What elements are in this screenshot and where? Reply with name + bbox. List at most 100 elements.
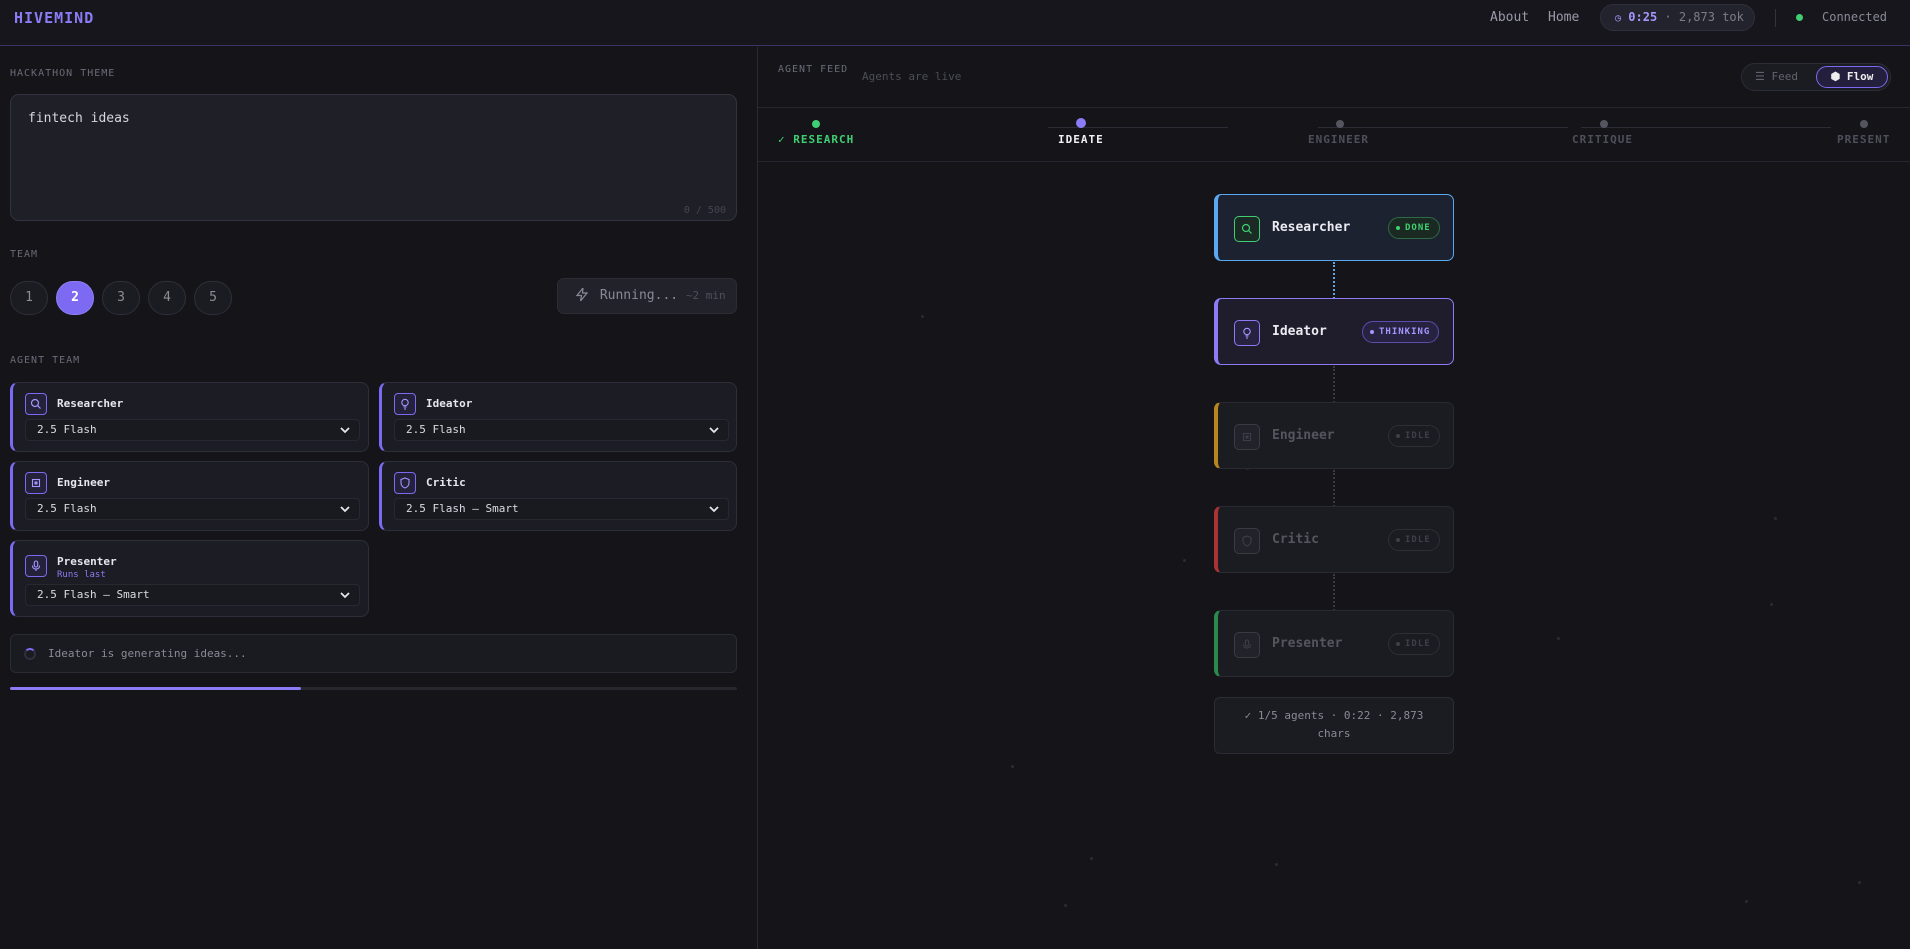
node-name: Critic [1272,532,1319,547]
flow-toggle-label: Flow [1846,70,1874,83]
agent-name: Critic [426,476,466,489]
stage-dot-research [812,120,820,128]
flow-connector [1333,366,1335,403]
theme-value: fintech ideas [28,111,130,126]
token-count: 2,873 tok [1678,10,1744,24]
agent-team-label: AGENT TEAM [10,355,81,366]
agent-feed-panel: AGENT FEED Agents are live ☰ Feed ⬢ Flow… [758,47,1910,949]
agent-card-researcher: Researcher 2.5 Flash [10,382,369,452]
stage-divider-bottom [758,161,1910,162]
model-select-critic[interactable]: 2.5 Flash — Smart [394,498,729,520]
agent-name: Ideator [426,397,473,410]
shield-icon [394,472,416,494]
node-name: Engineer [1272,428,1335,443]
team-size-2-button[interactable]: 2 [56,281,94,315]
chevron-down-icon [709,506,719,513]
divider [1775,9,1776,27]
app-logo[interactable]: HIVEMIND [14,9,94,27]
model-select-researcher[interactable]: 2.5 Flash [25,419,360,441]
progress-fill [10,687,301,690]
search-icon [1234,216,1260,242]
stage-ideate[interactable]: IDEATE [1058,133,1104,146]
agent-feed-label: AGENT FEED [778,64,849,75]
status-badge: IDLE [1388,425,1440,447]
progress-bar [10,687,737,690]
microphone-icon [25,555,47,577]
stage-engineer[interactable]: ENGINEER [1308,133,1369,146]
stage-divider-top [758,107,1910,108]
lightbulb-icon [1234,320,1260,346]
stage-dot-engineer [1336,120,1344,128]
flow-view-button[interactable]: ⬢ Flow [1816,66,1888,88]
team-size-5-button[interactable]: 5 [194,281,232,315]
run-estimate: ~2 min [685,289,726,302]
flow-connector [1333,470,1335,507]
model-value: 2.5 Flash [37,502,97,515]
stage-label: RESEARCH [793,133,855,146]
feed-view-button[interactable]: ☰ Feed [1755,70,1798,83]
team-size-1-button[interactable]: 1 [10,281,48,315]
stage-connector [1318,127,1568,128]
session-timer-pill: ◷ 0:25 · 2,873 tok [1600,4,1755,31]
agent-name: Presenter [57,555,117,568]
theme-label: HACKATHON THEME [10,68,116,79]
separator-dot: · [1664,10,1679,24]
agent-card-critic: Critic 2.5 Flash — Smart [379,461,737,531]
chip-icon [1234,424,1260,450]
search-icon [25,393,47,415]
stage-present[interactable]: PRESENT [1837,133,1890,146]
chevron-down-icon [340,592,350,599]
microphone-icon [1234,632,1260,658]
summary-line: chars [1317,727,1351,740]
clock-icon: ◷ [1615,13,1622,24]
flow-node-presenter[interactable]: Presenter IDLE [1214,610,1454,677]
stage-connector [1048,127,1228,128]
shield-icon [1234,528,1260,554]
flow-node-researcher[interactable]: Researcher DONE [1214,194,1454,261]
status-text: Ideator is generating ideas... [48,647,247,660]
flow-node-engineer[interactable]: Engineer IDLE [1214,402,1454,469]
model-select-ideator[interactable]: 2.5 Flash [394,419,729,441]
flow-connector [1333,262,1335,299]
chevron-down-icon [340,427,350,434]
node-name: Researcher [1272,220,1351,235]
nav-about-link[interactable]: About [1490,10,1529,25]
chip-icon [25,472,47,494]
model-value: 2.5 Flash [406,423,466,436]
node-name: Ideator [1272,324,1327,339]
summary-line: ✓ 1/5 agents · 0:22 · 2,873 [1244,709,1424,722]
model-value: 2.5 Flash — Smart [406,502,519,515]
model-value: 2.5 Flash [37,423,97,436]
config-panel: HACKATHON THEME fintech ideas 0 / 500 TE… [0,47,757,949]
timer-value: 0:25 [1628,10,1658,24]
connection-status: Connected [1822,10,1888,24]
stage-research[interactable]: ✓ RESEARCH [778,133,854,146]
feed-toggle-label: Feed [1771,70,1798,83]
spinner-icon [24,648,36,660]
model-select-engineer[interactable]: 2.5 Flash [25,498,360,520]
hexagon-icon: ⬢ [1830,70,1847,83]
chevron-down-icon [709,427,719,434]
top-bar: HIVEMIND About Home ◷ 0:25 · 2,873 tok C… [0,0,1910,46]
status-message: Ideator is generating ideas... [10,634,737,673]
team-size-4-button[interactable]: 4 [148,281,186,315]
agent-card-engineer: Engineer 2.5 Flash [10,461,369,531]
stage-critique[interactable]: CRITIQUE [1572,133,1633,146]
status-badge: THINKING [1362,321,1440,343]
team-size-3-button[interactable]: 3 [102,281,140,315]
stage-dot-ideate [1076,118,1086,128]
connection-status-dot [1796,14,1803,21]
run-summary: ✓ 1/5 agents · 0:22 · 2,873 chars [1214,697,1454,754]
run-button[interactable]: Running... ~2 min [557,278,737,314]
nav-home-link[interactable]: Home [1548,10,1579,25]
agent-card-ideator: Ideator 2.5 Flash [379,382,737,452]
agent-sub-label: Runs last [57,570,106,580]
model-select-presenter[interactable]: 2.5 Flash — Smart [25,584,360,606]
agent-card-presenter: Presenter Runs last 2.5 Flash — Smart [10,540,369,617]
theme-textarea[interactable]: fintech ideas 0 / 500 [10,94,737,221]
flow-connector [1333,574,1335,611]
agent-feed-subtitle: Agents are live [862,70,962,83]
flow-node-ideator[interactable]: Ideator THINKING [1214,298,1454,365]
flow-node-critic[interactable]: Critic IDLE [1214,506,1454,573]
stage-dot-present [1860,120,1868,128]
